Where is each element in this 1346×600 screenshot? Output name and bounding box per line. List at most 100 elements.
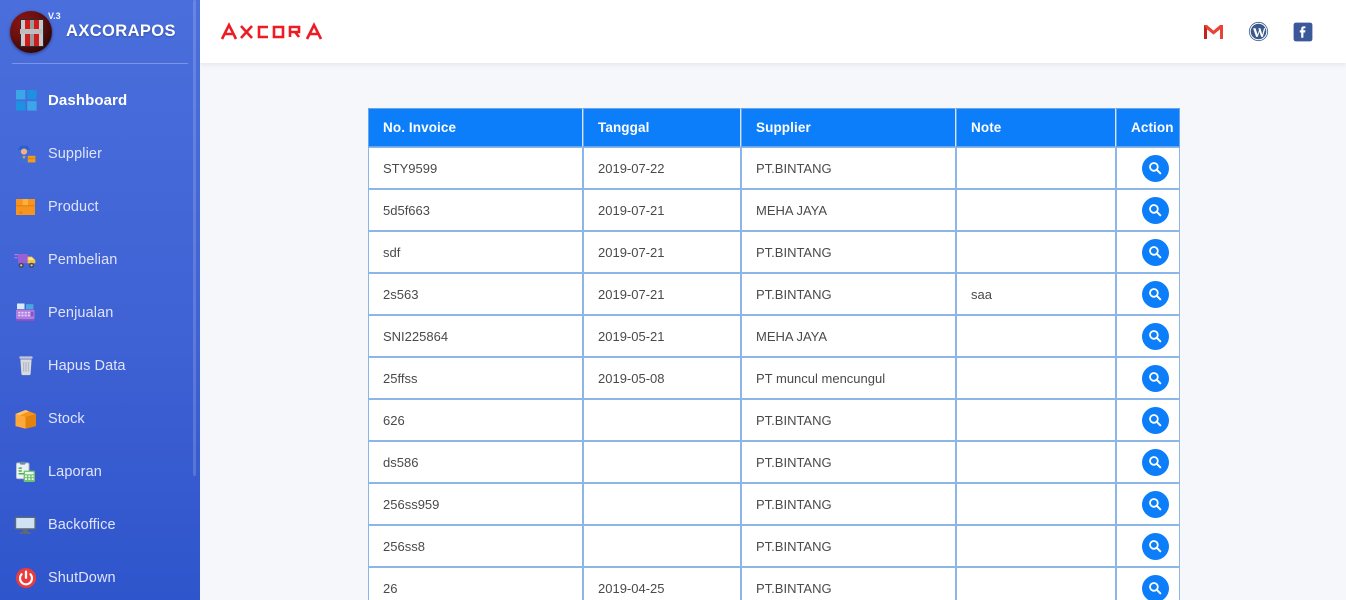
view-detail-button[interactable] [1141,406,1169,434]
supplier-cell: PT.BINTANG [741,567,956,600]
action-cell [1116,399,1180,441]
tanggal-cell [583,525,741,567]
sidebar-item-hapus-data[interactable]: Hapus Data [0,339,200,392]
sidebar-item-backoffice[interactable]: Backoffice [0,498,200,551]
note-cell [956,483,1116,525]
invoice-cell: 256ss959 [368,483,583,525]
sidebar-item-pembelian[interactable]: Pembelian [0,233,200,286]
view-detail-button[interactable] [1141,532,1169,560]
table-row: 26 2019-04-25 PT.BINTANG [368,567,1180,600]
desktop-monitor-icon [13,513,39,537]
delivery-truck-icon [13,248,39,272]
sidebar: AXCORAPOS V.3 Dashboard Supplier Product… [0,0,200,600]
sidebar-item-dashboard[interactable]: Dashboard [0,74,200,127]
axcora-emblem-icon [10,10,52,53]
tanggal-cell: 2019-07-21 [583,273,741,315]
invoice-cell: ds586 [368,441,583,483]
note-cell [956,189,1116,231]
axcora-wordmark-logo[interactable] [219,21,339,43]
view-detail-button[interactable] [1141,364,1169,392]
column-header-supplier[interactable]: Supplier [741,108,956,147]
column-header-tanggal[interactable]: Tanggal [583,108,741,147]
sidebar-item-penjualan[interactable]: Penjualan [0,286,200,339]
brand-title: AXCORAPOS [66,22,176,40]
view-detail-button[interactable] [1141,238,1169,266]
view-detail-button[interactable] [1141,154,1169,182]
action-cell [1116,525,1180,567]
note-cell [956,147,1116,189]
action-cell [1116,231,1180,273]
search-magnifier-icon [1148,329,1162,343]
sidebar-item-label: Dashboard [48,92,128,109]
search-magnifier-icon [1148,161,1162,175]
table-row: 256ss8 PT.BINTANG [368,525,1180,567]
clipboard-calculator-icon [13,460,39,484]
sidebar-scrollbar-track[interactable] [193,0,198,600]
supplier-cell: PT.BINTANG [741,273,956,315]
table-row: 25ffss 2019-05-08 PT muncul mencungul [368,357,1180,399]
search-magnifier-icon [1148,413,1162,427]
invoice-cell: 25ffss [368,357,583,399]
sidebar-item-shutdown[interactable]: ShutDown [0,551,200,600]
sidebar-item-label: Laporan [48,463,102,480]
sidebar-item-label: Product [48,198,99,215]
package-box-icon [13,195,39,219]
view-detail-button[interactable] [1141,490,1169,518]
action-cell [1116,483,1180,525]
sidebar-item-label: Hapus Data [48,357,126,374]
sidebar-item-product[interactable]: Product [0,180,200,233]
view-detail-button[interactable] [1141,574,1169,600]
sidebar-item-stock[interactable]: Stock [0,392,200,445]
cash-register-icon [13,301,39,325]
gmail-icon[interactable] [1202,21,1224,43]
main-area: No. Invoice Tanggal Supplier Note Action… [200,0,1346,600]
invoice-cell: 5d5f663 [368,189,583,231]
search-magnifier-icon [1148,539,1162,553]
note-cell: saa [956,273,1116,315]
power-off-icon [13,566,39,590]
sidebar-item-label: Backoffice [48,516,116,533]
table-row: 2s563 2019-07-21 PT.BINTANG saa [368,273,1180,315]
note-cell [956,441,1116,483]
view-detail-button[interactable] [1141,448,1169,476]
facebook-icon[interactable] [1292,21,1314,43]
supplier-cell: MEHA JAYA [741,189,956,231]
view-detail-button[interactable] [1141,322,1169,350]
column-header-invoice[interactable]: No. Invoice [368,108,583,147]
column-header-note[interactable]: Note [956,108,1116,147]
brand-header[interactable]: AXCORAPOS V.3 [0,0,200,63]
wordpress-icon[interactable] [1247,21,1269,43]
note-cell [956,399,1116,441]
sidebar-item-label: ShutDown [48,569,116,586]
sidebar-item-label: Stock [48,410,85,427]
note-cell [956,357,1116,399]
purchase-table: No. Invoice Tanggal Supplier Note Action… [368,108,1180,600]
sidebar-item-label: Penjualan [48,304,114,321]
note-cell [956,525,1116,567]
sidebar-item-supplier[interactable]: Supplier [0,127,200,180]
table-row: 626 PT.BINTANG [368,399,1180,441]
content-area: No. Invoice Tanggal Supplier Note Action… [200,63,1346,600]
tanggal-cell: 2019-05-08 [583,357,741,399]
sidebar-scrollbar-thumb[interactable] [193,0,196,476]
supplier-cell: PT.BINTANG [741,147,956,189]
table-row: 5d5f663 2019-07-21 MEHA JAYA [368,189,1180,231]
tanggal-cell [583,441,741,483]
invoice-cell: STY9599 [368,147,583,189]
supplier-cell: PT.BINTANG [741,483,956,525]
invoice-cell: sdf [368,231,583,273]
table-row: 256ss959 PT.BINTANG [368,483,1180,525]
table-head: No. Invoice Tanggal Supplier Note Action [368,108,1180,147]
sidebar-item-laporan[interactable]: Laporan [0,445,200,498]
view-detail-button[interactable] [1141,196,1169,224]
worker-person-icon [13,142,39,166]
note-cell [956,567,1116,600]
supplier-cell: MEHA JAYA [741,315,956,357]
view-detail-button[interactable] [1141,280,1169,308]
column-header-action: Action [1116,108,1180,147]
invoice-cell: 26 [368,567,583,600]
tanggal-cell: 2019-04-25 [583,567,741,600]
table-header-row: No. Invoice Tanggal Supplier Note Action [368,108,1180,147]
table-row: ds586 PT.BINTANG [368,441,1180,483]
supplier-cell: PT.BINTANG [741,231,956,273]
